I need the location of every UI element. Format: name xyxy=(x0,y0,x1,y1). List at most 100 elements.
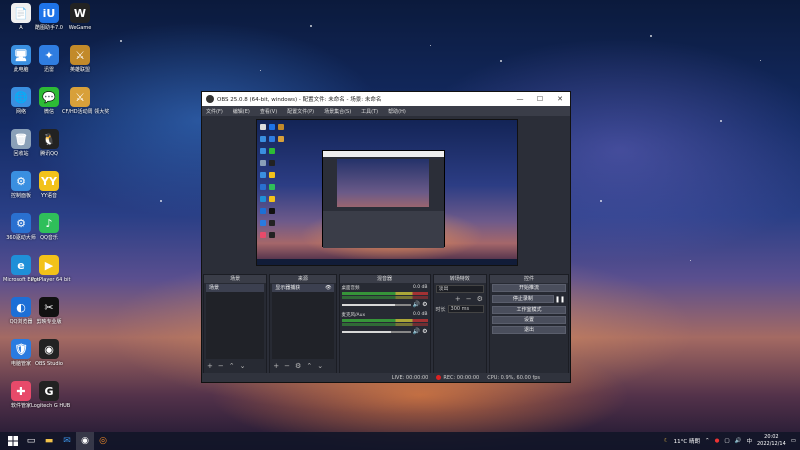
chevron-up-icon[interactable]: ⌃ xyxy=(705,438,710,444)
mail-icon[interactable]: ✉ xyxy=(58,432,76,450)
360-icon: ⚙ xyxy=(11,213,31,233)
recycle-bin-icon: 🗑 xyxy=(11,129,31,149)
mic-aux-track: 麦克风/Aux 0.0 dB 🔊 ⚙ xyxy=(341,312,428,335)
scenes-list[interactable]: 场景 xyxy=(206,284,265,359)
move-up-icon[interactable]: ⌃ xyxy=(306,362,312,370)
remove-source-icon[interactable]: − xyxy=(284,362,290,370)
scene-item[interactable]: 场景 xyxy=(206,284,265,292)
transition-toolbar: + − ⚙ xyxy=(434,295,486,303)
desktop-shortcut-label: 腾讯QQ xyxy=(40,151,58,157)
notification-icon[interactable]: ▭ xyxy=(791,438,796,444)
obs-taskbar-icon[interactable]: ◉ xyxy=(76,432,94,450)
source-settings-icon[interactable]: ⚙ xyxy=(295,362,301,370)
transition-duration: 时长 300 ms xyxy=(436,305,484,313)
desktop-shortcut-label: QQ音乐 xyxy=(40,235,58,241)
obs-icon: ◉ xyxy=(39,339,59,359)
controls-dock: 控件 开始推流 停止录制 ❚❚ 工作室模式 设置 退出 xyxy=(488,274,569,374)
kugou-icon: iU xyxy=(39,3,59,23)
sources-toolbar: + − ⚙ ⌃ ⌄ xyxy=(273,361,332,371)
desktop-shortcut[interactable]: ⚔ 英雄联盟 xyxy=(62,45,98,73)
desktop-shortcut[interactable]: ♪ QQ音乐 xyxy=(31,213,67,241)
sources-list[interactable]: 显示器捕获 👁 xyxy=(272,284,334,359)
desktop-shortcut[interactable]: ⚔ CF/HD活动周 领大奖 xyxy=(62,87,110,115)
obs-window[interactable]: OBS 25.0.8 (64-bit, windows) - 配置文件: 未命名… xyxy=(201,91,571,383)
software-manager-icon: ✚ xyxy=(11,381,31,401)
desktop-shortcut[interactable]: W WeGame xyxy=(62,3,98,31)
studio-mode-button[interactable]: 工作室模式 xyxy=(491,306,566,314)
edge-icon: e xyxy=(11,255,31,275)
obs-titlebar[interactable]: OBS 25.0.8 (64-bit, windows) - 配置文件: 未命名… xyxy=(202,92,570,106)
desktop-shortcut-label: YY语音 xyxy=(40,193,58,199)
controls-dock-title: 控件 xyxy=(489,275,568,283)
volume-icon[interactable]: 🔊 xyxy=(735,438,742,444)
remove-scene-icon[interactable]: − xyxy=(218,362,224,370)
network-icon: 🌐 xyxy=(11,87,31,107)
preview-nested-obs xyxy=(322,150,445,248)
network-icon[interactable]: ▢ xyxy=(724,438,729,444)
desktop-shortcut[interactable]: YY YY语音 xyxy=(31,171,67,199)
obs-statusbar: LIVE: 00:00:00 REC: 00:00:00 CPU: 0.9%, … xyxy=(202,373,570,382)
transition-select[interactable]: 淡出 xyxy=(435,285,484,293)
qq-icon: 🐧 xyxy=(39,129,59,149)
xunlei-icon: ✦ xyxy=(39,45,59,65)
speaker-icon[interactable]: 🔊 xyxy=(413,328,420,335)
file-explorer-icon[interactable]: ▬ xyxy=(40,432,58,450)
tray-app-icon[interactable]: ● xyxy=(715,438,720,444)
add-source-icon[interactable]: + xyxy=(273,362,279,370)
exit-button[interactable]: 退出 xyxy=(491,326,566,334)
menu-help[interactable]: 帮助(H) xyxy=(388,108,406,115)
minimize-button[interactable]: — xyxy=(510,95,530,103)
duration-input[interactable]: 300 ms xyxy=(447,305,484,313)
add-transition-icon[interactable]: + xyxy=(455,295,461,303)
volume-slider[interactable] xyxy=(341,330,411,333)
pause-icon[interactable]: ❚❚ xyxy=(555,296,565,303)
move-down-icon[interactable]: ⌄ xyxy=(240,362,246,370)
obs-docks: 场景 场景 + − ⌃ ⌄ 来源 显示器捕获 👁 + − ⚙ ⌃ ⌄ 混音器 桌… xyxy=(202,274,570,374)
this-pc-icon: 🖥 xyxy=(11,45,31,65)
desktop-shortcut[interactable]: ◉ OBS Studio xyxy=(31,339,67,367)
add-scene-icon[interactable]: + xyxy=(207,362,213,370)
ime-indicator[interactable]: 中 xyxy=(746,437,752,445)
close-button[interactable]: ✕ xyxy=(550,95,570,103)
stop-recording-button[interactable]: 停止录制 xyxy=(491,295,554,303)
menu-scene-collection[interactable]: 场景集合(S) xyxy=(324,108,351,115)
start-streaming-button[interactable]: 开始推流 xyxy=(491,284,566,292)
move-down-icon[interactable]: ⌄ xyxy=(317,362,323,370)
menu-edit[interactable]: 编辑(E) xyxy=(233,108,250,115)
transitions-dock-title: 转场特效 xyxy=(433,275,486,283)
preview-taskbar xyxy=(257,259,517,265)
task-view-icon[interactable]: ▭ xyxy=(22,432,40,450)
weather-text[interactable]: 11°C 晴朗 xyxy=(674,437,700,445)
track-settings-icon[interactable]: ⚙ xyxy=(422,301,427,308)
weather-icon[interactable]: ☾ xyxy=(664,438,669,444)
desktop-shortcut[interactable]: ▶ PotPlayer 64 bit xyxy=(31,255,70,283)
speaker-icon[interactable]: 🔊 xyxy=(413,301,420,308)
settings-button[interactable]: 设置 xyxy=(491,316,566,324)
sources-dock-title: 来源 xyxy=(270,275,336,283)
desktop-shortcut[interactable]: ✂ 剪映专业版 xyxy=(31,297,67,325)
desktop-shortcut[interactable]: 🐧 腾讯QQ xyxy=(31,129,67,157)
eye-icon[interactable]: 👁 xyxy=(325,284,331,292)
obs-preview-canvas[interactable] xyxy=(256,119,518,266)
source-item[interactable]: 显示器捕获 👁 xyxy=(272,284,334,292)
desktop-shortcut-label: Logitech G HUB xyxy=(31,403,71,409)
desktop-shortcut-label: CF/HD活动周 领大奖 xyxy=(62,109,110,115)
menu-tools[interactable]: 工具(T) xyxy=(361,108,378,115)
desktop-shortcut-label: OBS Studio xyxy=(35,361,63,367)
menu-view[interactable]: 查看(V) xyxy=(260,108,277,115)
scenes-toolbar: + − ⌃ ⌄ xyxy=(207,361,263,371)
menu-profile[interactable]: 配置文件(P) xyxy=(287,108,314,115)
potplayer-icon: ▶ xyxy=(39,255,59,275)
firefox-icon[interactable]: ◎ xyxy=(94,432,112,450)
clock[interactable]: 20:02 2022/12/14 xyxy=(757,434,786,448)
volume-slider[interactable] xyxy=(341,303,411,306)
start-button[interactable] xyxy=(4,432,22,450)
track-settings-icon[interactable]: ⚙ xyxy=(422,328,427,335)
remove-transition-icon[interactable]: − xyxy=(466,295,472,303)
menu-file[interactable]: 文件(F) xyxy=(206,108,223,115)
transition-settings-icon[interactable]: ⚙ xyxy=(477,295,483,303)
move-up-icon[interactable]: ⌃ xyxy=(229,362,235,370)
maximize-button[interactable]: ☐ xyxy=(530,95,550,103)
desktop-shortcut[interactable]: G Logitech G HUB xyxy=(31,381,71,409)
logitech-icon: G xyxy=(39,381,59,401)
